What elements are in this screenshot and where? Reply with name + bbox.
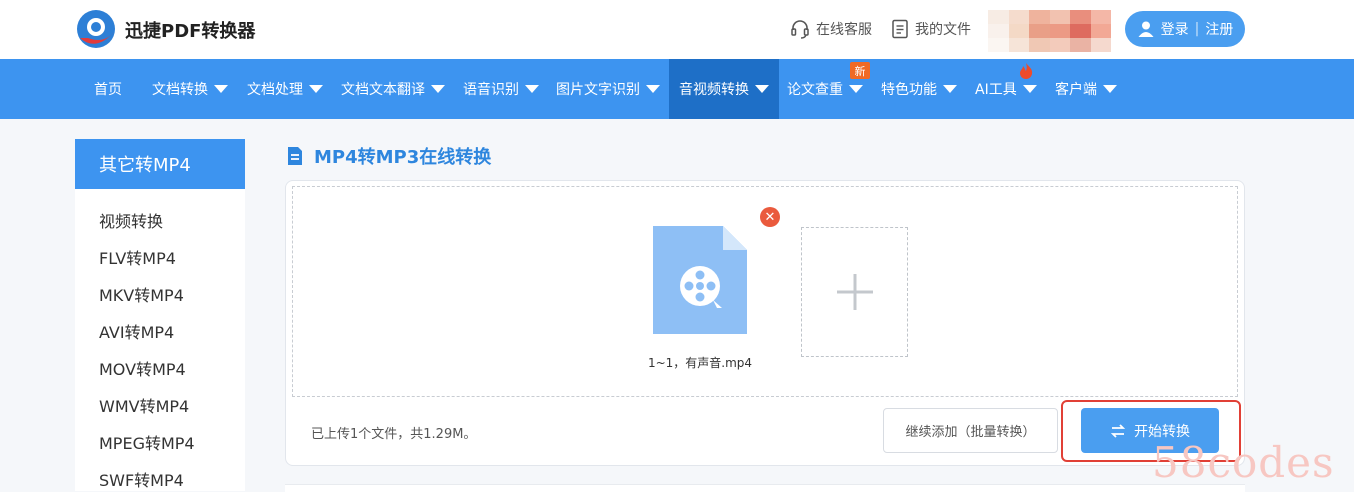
sidebar-item-wmv[interactable]: WMV转MP4 <box>99 393 189 417</box>
headset-icon <box>791 20 809 39</box>
continue-add-button[interactable]: 继续添加（批量转换） <box>883 408 1058 453</box>
user-avatar-mosaic <box>988 10 1111 52</box>
nav-features[interactable]: 特色功能 <box>881 59 957 119</box>
nav-doc-convert[interactable]: 文档转换 <box>152 59 228 119</box>
register-label[interactable]: 注册 <box>1205 19 1233 39</box>
nav-doc-translate[interactable]: 文档文本翻译 <box>341 59 445 119</box>
swap-arrows-icon <box>1110 423 1126 438</box>
remove-file-icon[interactable]: ✕ <box>760 207 780 227</box>
chevron-down-icon <box>309 85 323 93</box>
hot-flame-icon <box>1020 63 1033 79</box>
file-name: 1~1，有声音.mp4 <box>647 356 753 370</box>
nav-image-ocr[interactable]: 图片文字识别 <box>556 59 660 119</box>
video-file-icon[interactable] <box>653 226 747 334</box>
chevron-down-icon <box>646 85 660 93</box>
my-files-label: 我的文件 <box>915 22 971 38</box>
plus-icon <box>836 274 873 310</box>
nav-client[interactable]: 客户端 <box>1055 59 1117 119</box>
separator: | <box>1194 21 1200 37</box>
chevron-down-icon <box>1022 85 1037 93</box>
sidebar-item-swf[interactable]: SWF转MP4 <box>99 467 184 491</box>
chevron-down-icon <box>943 85 957 93</box>
online-service-label: 在线客服 <box>816 22 872 38</box>
sidebar-item-avi[interactable]: AVI转MP4 <box>99 319 174 343</box>
sidebar-item-mov[interactable]: MOV转MP4 <box>99 356 186 380</box>
online-service-link[interactable]: 在线客服 <box>790 19 872 39</box>
sidebar-item-video-convert[interactable]: 视频转换 <box>99 208 163 232</box>
chevron-down-icon <box>1103 85 1117 93</box>
document-list-icon <box>288 147 302 165</box>
page-title: MP4转MP3在线转换 <box>286 143 491 169</box>
sidebar-item-flv[interactable]: FLV转MP4 <box>99 245 176 269</box>
watermark-text: 58codes <box>1152 438 1335 487</box>
sidebar-item-mkv[interactable]: MKV转MP4 <box>99 282 184 306</box>
chevron-down-icon <box>755 85 769 93</box>
brand-name[interactable]: 迅捷PDF转换器 <box>125 17 255 43</box>
sidebar-title: 其它转MP4 <box>75 139 245 189</box>
nav-av-convert[interactable]: 音视频转换 <box>669 59 779 119</box>
top-header: 迅捷PDF转换器 在线客服 我的文件 登录 | 注册 <box>0 0 1354 59</box>
page-title-text: MP4转MP3在线转换 <box>314 147 492 168</box>
user-icon <box>1138 21 1154 37</box>
login-register-button[interactable]: 登录 | 注册 <box>1125 11 1245 47</box>
upload-status: 已上传1个文件，共1.29M。 <box>311 427 477 442</box>
add-file-button[interactable] <box>801 227 908 357</box>
document-icon <box>892 19 908 39</box>
sidebar: 视频转换 FLV转MP4 MKV转MP4 AVI转MP4 MOV转MP4 WMV… <box>75 189 245 491</box>
sidebar-item-mpeg[interactable]: MPEG转MP4 <box>99 430 195 454</box>
nav-home[interactable]: 首页 <box>94 59 122 119</box>
main-nav: 首页 文档转换 文档处理 文档文本翻译 语音识别 图片文字识别 音视频转换 论文… <box>0 59 1354 119</box>
nav-doc-process[interactable]: 文档处理 <box>247 59 323 119</box>
logo-icon[interactable] <box>74 8 118 50</box>
chevron-down-icon <box>431 85 445 93</box>
chevron-down-icon <box>214 85 228 93</box>
my-files-link[interactable]: 我的文件 <box>891 19 971 39</box>
new-badge: 新 <box>850 62 870 79</box>
chevron-down-icon <box>849 85 863 93</box>
login-label[interactable]: 登录 <box>1161 19 1189 39</box>
nav-speech-recognition[interactable]: 语音识别 <box>463 59 539 119</box>
chevron-down-icon <box>525 85 539 93</box>
